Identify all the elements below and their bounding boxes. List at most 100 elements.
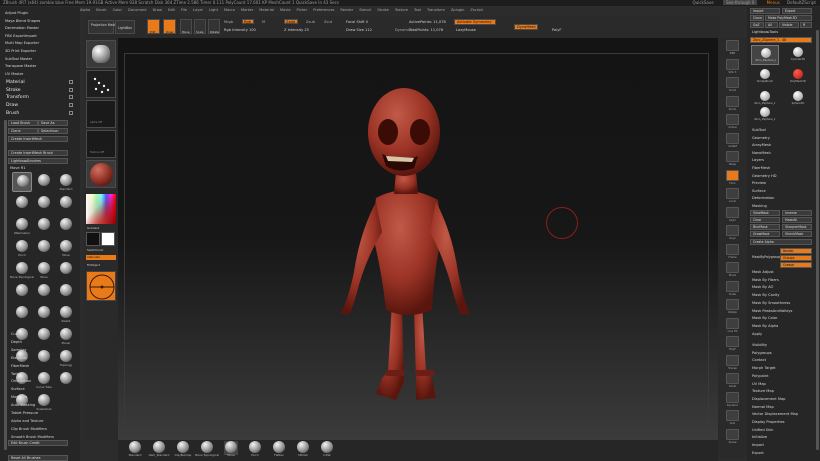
- brush-slot[interactable]: ZRemesher: [12, 216, 32, 236]
- tool-section-layers[interactable]: Layers: [752, 158, 764, 162]
- brush-slot[interactable]: [34, 282, 54, 302]
- brush-slot[interactable]: Snakehook: [34, 392, 54, 412]
- tool-thumb-2[interactable]: SimpleBrush: [751, 67, 779, 87]
- mask-option-0[interactable]: Mask Adjust: [752, 270, 774, 274]
- brush-slot[interactable]: [56, 260, 76, 280]
- growmask-button[interactable]: GrowMask: [750, 231, 780, 237]
- brush-slot[interactable]: [12, 304, 32, 324]
- dock-spix-3-button[interactable]: [726, 58, 739, 70]
- brush-slot[interactable]: [56, 194, 76, 214]
- groups-button[interactable]: Groups: [780, 255, 812, 261]
- brush-slot[interactable]: [34, 238, 54, 258]
- tool-thumb-1[interactable]: Cylinder3D: [784, 45, 812, 65]
- brush-setting-1[interactable]: Depth: [11, 340, 22, 344]
- alpha-slot[interactable]: Alpha Off: [86, 100, 116, 128]
- dock-move-button[interactable]: [726, 262, 739, 273]
- dock-transp-button[interactable]: [726, 354, 739, 366]
- tool-subpalette-13[interactable]: Import: [752, 443, 764, 447]
- plugin-item[interactable]: Maya Blend Shapes: [5, 19, 40, 23]
- brush-setting-12[interactable]: Clip Brush Modifiers: [11, 427, 47, 431]
- tool-subpalette-3[interactable]: Morph Target: [752, 366, 776, 370]
- palette-section-transform[interactable]: Transform: [6, 95, 29, 100]
- save-as-button[interactable]: Save As: [38, 120, 68, 126]
- seethrough-slider[interactable]: See-through 0: [722, 0, 758, 5]
- dock-gxyz-button[interactable]: [726, 225, 739, 236]
- dock-bpr-button[interactable]: [726, 40, 739, 51]
- create-insertmesh-brush-button[interactable]: Create InsertMesh Brush: [8, 150, 68, 156]
- menu-brush[interactable]: Brush: [96, 8, 106, 12]
- pin-icon[interactable]: [69, 80, 73, 84]
- brush-slot[interactable]: Planar: [56, 326, 76, 346]
- bottom-brush-slot[interactable]: Move: [224, 441, 238, 457]
- mask-option-7[interactable]: Mask By Alpha: [752, 324, 778, 328]
- dock-aahalf-button[interactable]: [726, 132, 739, 144]
- tool-subpalette-7[interactable]: Displacement Map: [752, 397, 785, 401]
- dock-local-button[interactable]: [726, 188, 739, 199]
- brush-slot[interactable]: Move Topological: [10, 260, 34, 280]
- plugin-item[interactable]: Transpose Master: [5, 64, 36, 68]
- tool-thumb-0[interactable]: Zbro_ZSphere_1: [751, 45, 779, 65]
- palette-section-material[interactable]: Material: [6, 80, 25, 85]
- menu-marker[interactable]: Marker: [241, 8, 253, 12]
- tool-section-arraymesh[interactable]: ArrayMesh: [752, 143, 771, 147]
- tool-thumb-3[interactable]: PolyMesh3D: [784, 67, 812, 87]
- visible-button[interactable]: Visible: [779, 22, 799, 28]
- tool-section-deformation[interactable]: Deformation: [752, 196, 774, 200]
- tool-subpalette-0[interactable]: Visibility: [752, 343, 767, 347]
- dock-dynamic-button[interactable]: [726, 391, 739, 403]
- inverse-button[interactable]: Inverse: [782, 210, 812, 216]
- brush-slot[interactable]: [12, 172, 32, 192]
- rotate-mode-button[interactable]: Rotate: [208, 19, 220, 34]
- viewmask-button[interactable]: ViewMask: [750, 210, 780, 216]
- dock-lsym-button[interactable]: [726, 206, 739, 218]
- sharpenmask-button[interactable]: SharpenMask: [782, 224, 812, 230]
- load-brush-button[interactable]: Load Brush: [8, 120, 38, 126]
- brush-setting-9[interactable]: Auto Masking: [11, 403, 35, 407]
- plugin-item[interactable]: 3D Print Exporter: [5, 49, 36, 53]
- palette-section-stroke[interactable]: Stroke: [6, 88, 21, 93]
- all-button[interactable]: All: [765, 22, 778, 28]
- current-tool-name[interactable]: Zbro_ZSphere_1 . 48: [750, 37, 812, 43]
- tool-section-masking[interactable]: Masking: [752, 204, 767, 208]
- menu-material[interactable]: Material: [259, 8, 274, 12]
- z-intensity-slider[interactable]: Z Intensity 25: [284, 28, 309, 32]
- brush-slot[interactable]: Move: [34, 260, 54, 280]
- mask-by-polygroups-slider[interactable]: MaskByPolygroups: [752, 255, 782, 259]
- pin-icon[interactable]: [69, 87, 73, 92]
- bottom-brush-slot[interactable]: Dam_Standard: [149, 441, 169, 457]
- bottom-brush-slot[interactable]: Pinch: [248, 441, 262, 457]
- brush-slot[interactable]: [56, 370, 76, 390]
- left-scrollbar[interactable]: [4, 120, 7, 450]
- bottom-brush-slot[interactable]: Inflat: [320, 441, 334, 457]
- color-picker[interactable]: [86, 194, 116, 224]
- menu-zplugin[interactable]: Zplugin: [451, 8, 465, 12]
- menu-color[interactable]: Color: [113, 8, 122, 12]
- brush-slot[interactable]: [56, 282, 76, 302]
- blurmask-button[interactable]: BlurMask: [750, 224, 780, 230]
- menu-macro[interactable]: Macro: [224, 8, 235, 12]
- brush-setting-3[interactable]: Elasticity: [11, 356, 27, 360]
- selecticon-button[interactable]: SelectIcon: [38, 128, 68, 134]
- goz-button[interactable]: GoZ: [750, 22, 764, 28]
- mask-option-6[interactable]: Mask By Color: [752, 316, 778, 320]
- alternate-button[interactable]: Alternate: [86, 255, 116, 260]
- m-button[interactable]: M: [262, 20, 265, 24]
- bottom-brush-slot[interactable]: hPolish: [296, 441, 310, 457]
- main-color-swatch[interactable]: [86, 232, 100, 246]
- right-scrollbar[interactable]: [816, 30, 819, 450]
- plugin-item[interactable]: SubTool Master: [5, 57, 32, 61]
- texture-slot[interactable]: Texture Off: [86, 130, 116, 158]
- menu-file[interactable]: File: [181, 8, 187, 12]
- draw-size-slider[interactable]: Draw Size 112: [346, 28, 372, 32]
- menu-render[interactable]: Render: [340, 8, 353, 12]
- zcut-button[interactable]: Zcut: [324, 20, 332, 24]
- plugin-item[interactable]: FBX ExportImport: [5, 34, 37, 38]
- mask-option-4[interactable]: Mask By Smoothness: [752, 301, 790, 305]
- dock-xpose-button[interactable]: [726, 428, 739, 440]
- palette-section-draw[interactable]: Draw: [6, 103, 18, 108]
- menu-light[interactable]: Light: [209, 8, 218, 12]
- tool-subpalette-12[interactable]: Initialize: [752, 435, 767, 439]
- gradient-label[interactable]: Gradient: [87, 226, 99, 230]
- rgb-button[interactable]: Rgb: [242, 19, 254, 24]
- brush-slot[interactable]: [34, 348, 54, 368]
